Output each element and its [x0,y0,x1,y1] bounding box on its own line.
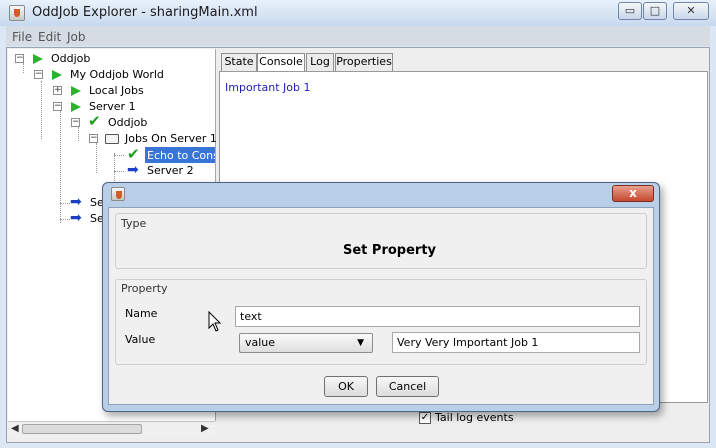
green-flag-icon [71,102,81,112]
dialog-heading: Set Property [343,243,437,258]
tree-line [114,155,124,156]
tree-item-label[interactable]: Oddjob [51,52,90,65]
green-check-icon: ✔ [88,112,101,130]
collapse-toggle[interactable]: − [53,102,62,111]
tree-line [114,171,124,172]
blue-arrow-icon: ➡ [70,194,82,210]
tree-line [41,81,42,139]
java-app-icon [111,187,125,201]
collapse-toggle[interactable]: − [34,70,43,79]
folder-icon [105,134,119,144]
type-group [115,213,647,269]
cancel-button[interactable]: Cancel [376,376,439,397]
tree-item-label[interactable]: Jobs On Server 1 [125,132,217,145]
ok-button[interactable]: OK [324,376,368,397]
tab-log[interactable]: Log [306,53,334,71]
collapse-toggle[interactable]: − [15,54,24,63]
dialog-close-button[interactable]: x [612,185,654,202]
tree-item-label[interactable]: Echo to Conso [147,149,215,162]
expand-toggle[interactable]: + [53,86,62,95]
maximize-button[interactable]: □ [643,2,667,20]
menu-edit[interactable]: Edit [38,30,61,44]
blue-arrow-icon: ➡ [70,210,82,226]
value-type-selected: value [245,336,276,349]
mouse-cursor-icon [208,311,222,332]
scroll-right-icon[interactable]: ▶ [201,423,209,434]
value-label: Value [125,333,156,346]
menu-job[interactable]: Job [67,30,86,44]
value-text-input[interactable]: Very Very Important Job 1 [392,332,640,353]
tail-log-checkbox[interactable]: ✓ [419,412,431,424]
scrollbar-thumb[interactable] [22,424,142,434]
menu-file[interactable]: File [12,30,32,44]
title-bar[interactable]: OddJob Explorer - sharingMain.xml ▭ □ ✕ [0,0,716,26]
green-check-icon: ✔ [127,145,140,163]
type-legend: Type [121,217,147,230]
tree-item-label[interactable]: Local Jobs [89,84,144,97]
blue-arrow-icon: ➡ [127,162,139,178]
property-legend: Property [121,282,168,295]
tree-line [60,203,70,204]
tree-line [60,219,70,220]
green-flag-icon [52,70,62,80]
tree-item-label[interactable]: Server 2 [147,164,194,177]
menu-bar: File Edit Job [6,26,710,46]
name-input[interactable]: text [235,306,640,327]
name-label: Name [125,307,158,320]
value-type-dropdown[interactable]: value ▼ [239,333,373,353]
collapse-toggle[interactable]: − [71,118,80,127]
tree-line [23,63,24,73]
chevron-down-icon: ▼ [357,338,364,348]
tab-console[interactable]: Console [257,53,305,72]
minimize-button[interactable]: ▭ [618,2,642,20]
green-flag-icon [33,54,43,64]
close-window-button[interactable]: ✕ [673,2,709,20]
java-app-icon [9,5,25,21]
tree-line [60,111,61,223]
tab-state[interactable]: State [221,53,257,71]
tail-log-label: Tail log events [435,411,514,424]
console-line: Important Job 1 [225,81,311,94]
tree-line [96,143,97,173]
green-flag-icon [71,86,81,96]
tree-line [78,127,79,141]
scroll-left-icon[interactable]: ◀ [11,423,19,434]
tab-properties[interactable]: Properties [335,53,393,71]
window-title: OddJob Explorer - sharingMain.xml [32,5,258,20]
tree-item-label[interactable]: My Oddjob World [70,68,164,81]
tree-item-label[interactable]: Oddjob [108,116,147,129]
collapse-toggle[interactable]: − [89,134,98,143]
